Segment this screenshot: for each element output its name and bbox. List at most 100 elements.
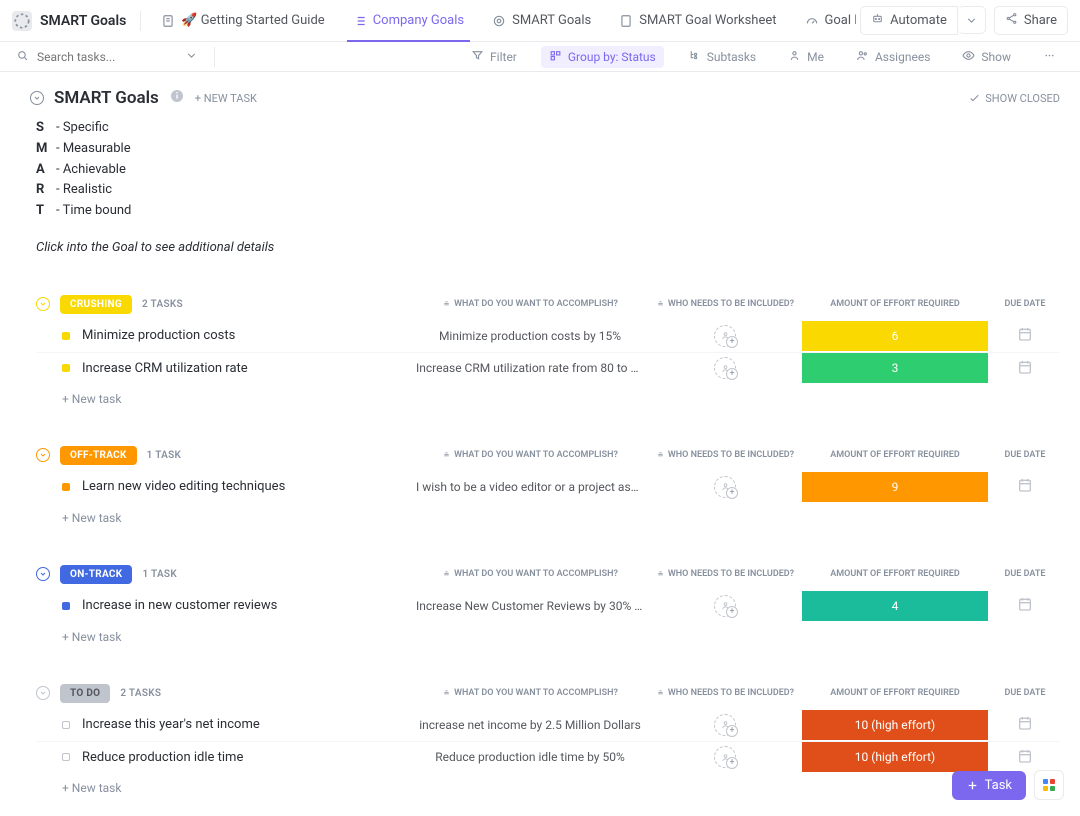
new-task-inline[interactable]: + NEW TASK — [195, 92, 257, 105]
group-by-button[interactable]: Group by: Status — [541, 46, 664, 68]
status-pill[interactable]: CRUSHING — [60, 295, 132, 314]
task-effort[interactable]: 6 — [800, 320, 990, 352]
task-assignee[interactable] — [650, 595, 800, 617]
task-effort[interactable]: 10 (high effort) — [800, 741, 990, 773]
task-assignee[interactable] — [650, 476, 800, 498]
col-who[interactable]: WHO NEEDS TO BE INCLUDED? — [650, 299, 800, 309]
task-accomplish[interactable]: Minimize production costs by 15% — [410, 329, 650, 343]
group-collapse-toggle[interactable] — [36, 567, 50, 581]
me-button[interactable]: Me — [780, 46, 832, 68]
task-name[interactable]: Reduce production idle time — [82, 750, 410, 765]
tab-smart-goals[interactable]: SMART Goals — [478, 0, 605, 42]
col-effort[interactable]: AMOUNT OF EFFORT REQUIRED — [800, 569, 990, 579]
assignee-placeholder-icon[interactable] — [714, 746, 736, 768]
col-accomplish[interactable]: WHAT DO YOU WANT TO ACCOMPLISH? — [410, 688, 650, 698]
col-effort[interactable]: AMOUNT OF EFFORT REQUIRED — [800, 688, 990, 698]
share-button[interactable]: Share — [994, 6, 1068, 35]
apps-fab[interactable] — [1034, 770, 1064, 800]
col-accomplish[interactable]: WHAT DO YOU WANT TO ACCOMPLISH? — [410, 450, 650, 460]
task-effort[interactable]: 10 (high effort) — [800, 709, 990, 741]
tab-getting-started[interactable]: 🚀 Getting Started Guide — [147, 0, 338, 42]
group-collapse-toggle[interactable] — [36, 448, 50, 462]
status-dot[interactable] — [62, 364, 70, 372]
task-row[interactable]: Minimize production costs Minimize produ… — [36, 320, 1060, 352]
status-dot[interactable] — [62, 721, 70, 729]
col-who[interactable]: WHO NEEDS TO BE INCLUDED? — [650, 688, 800, 698]
status-dot[interactable] — [62, 753, 70, 761]
info-icon[interactable] — [169, 88, 185, 108]
task-effort[interactable]: 3 — [800, 352, 990, 384]
more-button[interactable] — [1035, 46, 1064, 68]
task-accomplish[interactable]: Reduce production idle time by 50% — [410, 750, 650, 764]
task-accomplish[interactable]: I wish to be a video editor or a project… — [410, 480, 650, 494]
task-name[interactable]: Learn new video editing techniques — [82, 479, 410, 494]
task-due-date[interactable] — [990, 477, 1060, 496]
task-accomplish[interactable]: Increase CRM utilization rate from 80 to… — [410, 361, 650, 375]
col-due-date[interactable]: DUE DATE — [990, 450, 1060, 460]
col-due-date[interactable]: DUE DATE — [990, 688, 1060, 698]
col-accomplish[interactable]: WHAT DO YOU WANT TO ACCOMPLISH? — [410, 569, 650, 579]
task-assignee[interactable] — [650, 746, 800, 768]
task-due-date[interactable] — [990, 596, 1060, 615]
task-accomplish[interactable]: Increase New Customer Reviews by 30% Yea… — [410, 599, 650, 613]
task-due-date[interactable] — [990, 748, 1060, 767]
label: SHOW CLOSED — [985, 92, 1060, 105]
filter-button[interactable]: Filter — [463, 46, 525, 68]
status-pill[interactable]: TO DO — [60, 684, 110, 703]
col-due-date[interactable]: DUE DATE — [990, 569, 1060, 579]
task-assignee[interactable] — [650, 714, 800, 736]
subtasks-button[interactable]: Subtasks — [680, 46, 764, 68]
status-dot[interactable] — [62, 483, 70, 491]
show-button[interactable]: Show — [954, 46, 1019, 68]
automate-dropdown[interactable] — [958, 6, 986, 34]
col-who[interactable]: WHO NEEDS TO BE INCLUDED? — [650, 569, 800, 579]
new-task-button[interactable]: + New task — [36, 773, 1060, 795]
col-who[interactable]: WHO NEEDS TO BE INCLUDED? — [650, 450, 800, 460]
assignees-button[interactable]: Assignees — [848, 46, 938, 68]
group-collapse-toggle[interactable] — [36, 686, 50, 700]
search-options-chevron[interactable] — [185, 49, 198, 65]
col-accomplish[interactable]: WHAT DO YOU WANT TO ACCOMPLISH? — [410, 299, 650, 309]
automate-button[interactable]: Automate — [860, 6, 958, 35]
task-name[interactable]: Increase CRM utilization rate — [82, 361, 410, 376]
status-dot[interactable] — [62, 602, 70, 610]
task-effort[interactable]: 4 — [800, 590, 990, 622]
assignee-placeholder-icon[interactable] — [714, 476, 736, 498]
tab-goal-effort[interactable]: Goal Effort — [791, 0, 857, 42]
task-due-date[interactable] — [990, 715, 1060, 734]
collapse-toggle[interactable] — [30, 91, 44, 105]
group-collapse-toggle[interactable] — [36, 297, 50, 311]
show-closed-button[interactable]: SHOW CLOSED — [968, 92, 1060, 105]
task-assignee[interactable] — [650, 357, 800, 379]
assignee-placeholder-icon[interactable] — [714, 595, 736, 617]
col-due-date[interactable]: DUE DATE — [990, 299, 1060, 309]
new-task-button[interactable]: + New task — [36, 622, 1060, 644]
task-name[interactable]: Minimize production costs — [82, 328, 410, 343]
search-input[interactable] — [37, 50, 177, 64]
task-due-date[interactable] — [990, 359, 1060, 378]
col-effort[interactable]: AMOUNT OF EFFORT REQUIRED — [800, 299, 990, 309]
task-effort[interactable]: 9 — [800, 471, 990, 503]
tab-company-goals[interactable]: Company Goals — [339, 0, 478, 42]
status-dot[interactable] — [62, 332, 70, 340]
task-row[interactable]: Increase in new customer reviews Increas… — [36, 590, 1060, 622]
col-effort[interactable]: AMOUNT OF EFFORT REQUIRED — [800, 450, 990, 460]
task-row[interactable]: Learn new video editing techniques I wis… — [36, 471, 1060, 503]
task-row[interactable]: Reduce production idle time Reduce produ… — [36, 741, 1060, 773]
task-name[interactable]: Increase this year's net income — [82, 717, 410, 732]
task-due-date[interactable] — [990, 326, 1060, 345]
status-pill[interactable]: ON-TRACK — [60, 565, 132, 584]
assignee-placeholder-icon[interactable] — [714, 714, 736, 736]
task-assignee[interactable] — [650, 325, 800, 347]
new-task-button[interactable]: + New task — [36, 503, 1060, 525]
status-pill[interactable]: OFF-TRACK — [60, 446, 137, 465]
task-name[interactable]: Increase in new customer reviews — [82, 598, 410, 613]
task-row[interactable]: Increase CRM utilization rate Increase C… — [36, 352, 1060, 384]
tab-worksheet[interactable]: SMART Goal Worksheet — [605, 0, 790, 42]
task-row[interactable]: Increase this year's net income increase… — [36, 709, 1060, 741]
assignee-placeholder-icon[interactable] — [714, 357, 736, 379]
new-task-fab[interactable]: Task — [952, 771, 1026, 800]
task-accomplish[interactable]: increase net income by 2.5 Million Dolla… — [410, 718, 650, 732]
new-task-button[interactable]: + New task — [36, 384, 1060, 406]
assignee-placeholder-icon[interactable] — [714, 325, 736, 347]
